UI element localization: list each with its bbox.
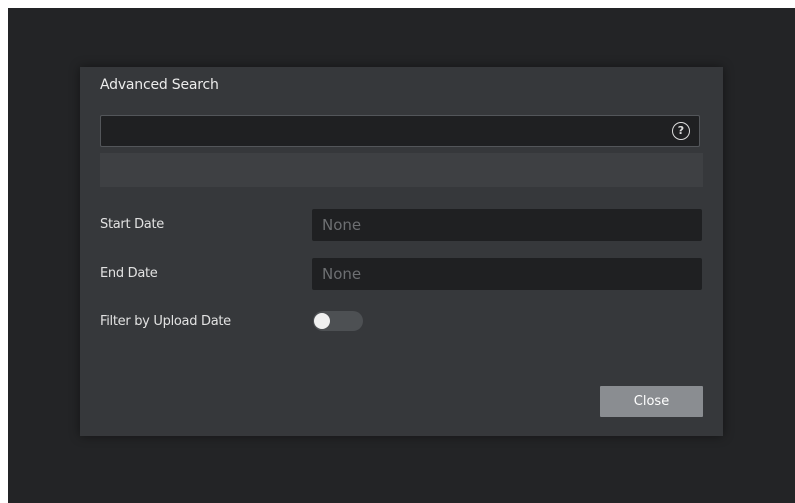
dialog-title: Advanced Search — [100, 77, 219, 93]
end-date-label: End Date — [100, 266, 158, 281]
end-date-field[interactable] — [312, 258, 702, 290]
search-input[interactable] — [101, 116, 661, 146]
close-button[interactable]: Close — [600, 386, 703, 417]
start-date-label: Start Date — [100, 217, 164, 232]
help-icon[interactable]: ? — [672, 122, 690, 140]
advanced-search-dialog: Advanced Search ? Start Date End Date Fi… — [80, 67, 723, 436]
upload-date-filter-toggle[interactable] — [313, 311, 363, 331]
upload-date-filter-label: Filter by Upload Date — [100, 314, 231, 329]
start-date-field[interactable] — [312, 209, 702, 241]
search-box: ? — [100, 115, 700, 147]
search-suggestions-panel — [100, 153, 703, 187]
toggle-knob — [314, 313, 330, 329]
